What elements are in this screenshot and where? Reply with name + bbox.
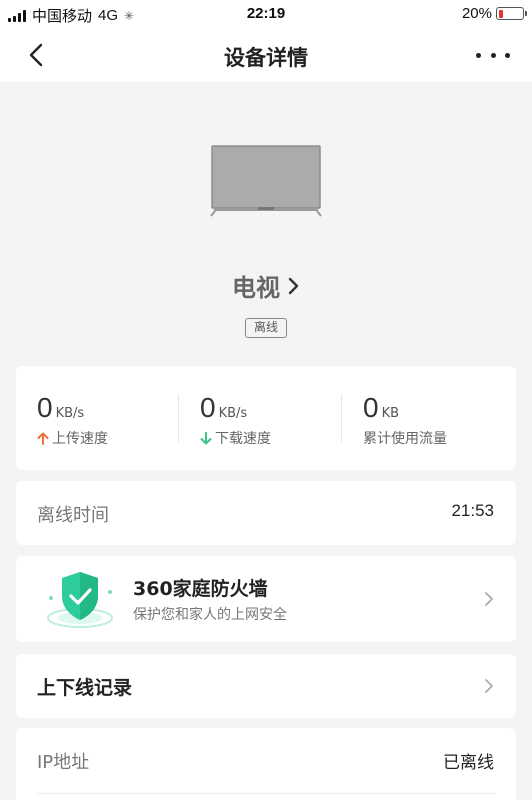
device-name-row[interactable]: 电视 (0, 268, 532, 303)
download-arrow-icon (200, 431, 212, 444)
battery-icon (496, 7, 527, 20)
status-bar: 中国移动 4G ✳ 22:19 20% (0, 0, 532, 28)
online-records-label: 上下线记录 (37, 677, 133, 699)
download-unit: KB/s (218, 406, 248, 421)
page-title: 设备详情 (224, 46, 308, 70)
shield-check-icon (42, 568, 118, 632)
chevron-right-icon (485, 592, 493, 606)
total-traffic-unit: KB (381, 406, 400, 421)
offline-time-value: 21:53 (451, 501, 494, 520)
status-time: 22:19 (246, 5, 286, 22)
firewall-subtitle: 保护您和家人的上网安全 (133, 607, 287, 623)
tv-icon (208, 145, 324, 217)
ip-address-row: IP地址 已离线 (16, 728, 516, 800)
upload-label: 上传速度 (52, 431, 108, 447)
traffic-stats-card: 0 KB/s 上传速度 0 KB/s 下载速度 0 KB 累计使用流量 (16, 366, 516, 470)
total-traffic-value: 0 (363, 392, 379, 423)
upload-stat: 0 KB/s 上传速度 (37, 392, 108, 448)
stat-divider (178, 394, 179, 442)
battery-fill (498, 9, 504, 18)
offline-time-row: 离线时间 21:53 (16, 481, 516, 545)
download-label: 下载速度 (215, 431, 271, 447)
status-badge: 离线 (245, 318, 287, 338)
nav-bar: 设备详情 (0, 28, 532, 82)
ip-address-label: IP地址 (37, 752, 90, 773)
status-right: 20% (461, 5, 527, 22)
upload-unit: KB/s (55, 406, 85, 421)
download-stat: 0 KB/s 下载速度 (200, 392, 271, 448)
stat-divider (341, 394, 342, 442)
ip-address-value: 已离线 (443, 753, 494, 772)
upload-arrow-icon (37, 432, 49, 445)
battery-percent: 20% (461, 5, 492, 22)
online-records-row[interactable]: 上下线记录 (16, 654, 516, 718)
total-traffic-label: 累计使用流量 (363, 431, 447, 447)
firewall-title: 360家庭防火墙 (133, 578, 268, 600)
chevron-right-icon (288, 277, 299, 294)
download-value: 0 (200, 392, 216, 423)
firewall-card[interactable]: 360家庭防火墙 保护您和家人的上网安全 (16, 556, 516, 642)
more-dots-icon[interactable] (476, 44, 510, 66)
row-divider (36, 793, 496, 794)
device-name: 电视 (232, 274, 280, 302)
chevron-right-icon (485, 679, 493, 693)
total-traffic-stat: 0 KB 累计使用流量 (363, 392, 447, 448)
offline-time-label: 离线时间 (37, 505, 109, 526)
upload-value: 0 (37, 392, 53, 423)
